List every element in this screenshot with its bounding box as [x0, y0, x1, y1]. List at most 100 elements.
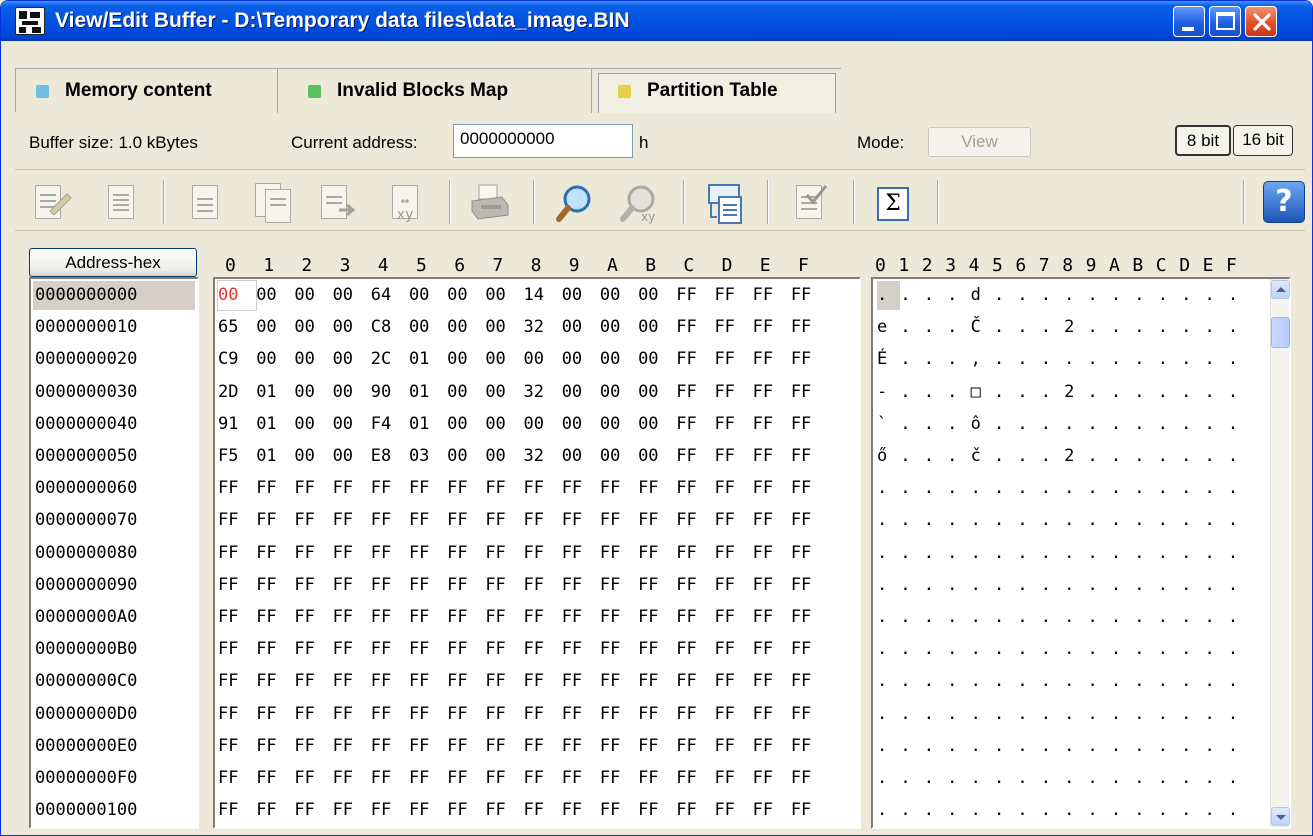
hex-cell[interactable]: FF [218, 539, 256, 568]
hex-cell[interactable]: FF [371, 506, 409, 535]
tab-invalid-blocks-map[interactable]: Invalid Blocks Map [278, 69, 592, 113]
hex-cell[interactable]: FF [409, 700, 447, 729]
hex-cell[interactable]: 00 [485, 281, 523, 310]
ascii-cell[interactable]: . [877, 732, 900, 761]
hex-cell[interactable]: FF [638, 732, 676, 761]
ascii-cell[interactable]: . [1064, 410, 1087, 439]
ascii-cell[interactable]: . [1228, 506, 1251, 535]
ascii-cell[interactable]: . [1134, 764, 1157, 793]
ascii-cell[interactable]: . [1158, 378, 1181, 407]
scroll-thumb[interactable] [1271, 317, 1290, 348]
hex-cell[interactable]: FF [600, 667, 638, 696]
hex-cell[interactable]: 00 [562, 442, 600, 471]
ascii-cell[interactable]: . [1204, 700, 1227, 729]
ascii-cell[interactable]: . [1088, 539, 1111, 568]
ascii-cell[interactable]: 2 [1064, 442, 1087, 471]
ascii-cell[interactable]: . [1041, 539, 1064, 568]
ascii-cell[interactable]: . [924, 442, 947, 471]
hex-cell[interactable]: 00 [409, 313, 447, 342]
hex-cell[interactable]: FF [485, 603, 523, 632]
hex-cell[interactable]: FF [294, 603, 332, 632]
hex-cell[interactable]: FF [638, 506, 676, 535]
hex-cell[interactable]: FF [485, 474, 523, 503]
hex-cell[interactable]: 00 [638, 410, 676, 439]
hex-cell[interactable]: FF [562, 571, 600, 600]
ascii-cell[interactable]: . [947, 667, 970, 696]
current-address-input[interactable]: 0000000000 [453, 124, 633, 158]
hex-cell[interactable]: FF [218, 603, 256, 632]
ascii-cell[interactable]: . [994, 442, 1017, 471]
ascii-cell[interactable]: . [1228, 378, 1251, 407]
ascii-row[interactable]: ................ [877, 764, 1251, 793]
ascii-cell[interactable]: . [1158, 796, 1181, 825]
hex-cell[interactable]: FF [638, 667, 676, 696]
ascii-cell[interactable]: . [900, 667, 923, 696]
ascii-cell[interactable]: . [1111, 474, 1134, 503]
hex-cell[interactable]: F4 [371, 410, 409, 439]
hex-cell[interactable]: 00 [485, 345, 523, 374]
hex-cell[interactable]: FF [485, 539, 523, 568]
ascii-cell[interactable]: . [1181, 378, 1204, 407]
hex-cell[interactable]: FF [256, 571, 294, 600]
hex-cell[interactable]: 00 [409, 281, 447, 310]
ascii-cell[interactable]: . [994, 378, 1017, 407]
ascii-cell[interactable]: . [1181, 410, 1204, 439]
hex-row[interactable]: 65 00 00 00 C8 00 00 00 32 00 00 00 FF FF FF FF [218, 313, 829, 342]
hex-cell[interactable]: 32 [524, 378, 562, 407]
ascii-cell[interactable]: . [1111, 378, 1134, 407]
fill-icon[interactable] [101, 183, 141, 223]
hex-cell[interactable]: FF [676, 732, 714, 761]
ascii-cell[interactable]: . [947, 732, 970, 761]
hex-cell[interactable]: FF [676, 281, 714, 310]
hex-cell[interactable]: 00 [600, 281, 638, 310]
hex-cell[interactable]: FF [791, 474, 829, 503]
ascii-cell[interactable]: . [1181, 506, 1204, 535]
hex-cell[interactable]: C9 [218, 345, 256, 374]
ascii-cell[interactable]: . [877, 796, 900, 825]
hex-cell[interactable]: FF [562, 603, 600, 632]
hex-cell[interactable]: FF [753, 667, 791, 696]
ascii-cell[interactable]: . [947, 410, 970, 439]
row-address[interactable]: 0000000040 [33, 410, 195, 439]
hex-cell[interactable]: 14 [524, 281, 562, 310]
hex-row[interactable]: 91 01 00 00 F4 01 00 00 00 00 00 00 FF FF FF FF [218, 410, 829, 439]
ascii-cell[interactable]: , [971, 345, 994, 374]
hex-cell[interactable]: FF [371, 474, 409, 503]
hex-cell[interactable]: FF [485, 764, 523, 793]
ascii-cell[interactable]: . [1228, 732, 1251, 761]
hex-cell[interactable]: FF [562, 764, 600, 793]
ascii-cell[interactable]: ő [877, 442, 900, 471]
hex-cell[interactable]: FF [676, 635, 714, 664]
ascii-cell[interactable]: . [1181, 474, 1204, 503]
ascii-cell[interactable]: . [877, 571, 900, 600]
hex-cell[interactable]: 00 [638, 281, 676, 310]
hex-cell[interactable]: FF [714, 700, 752, 729]
ascii-cell[interactable]: . [1204, 539, 1227, 568]
address-column[interactable]: 0000000000 0000000010 0000000020 0000000030… [29, 277, 199, 829]
ascii-cell[interactable]: . [1204, 345, 1227, 374]
hex-cell[interactable]: FF [447, 667, 485, 696]
hex-cell[interactable]: FF [676, 796, 714, 825]
hex-cell[interactable]: FF [638, 539, 676, 568]
ascii-cell[interactable]: . [1088, 764, 1111, 793]
hex-cell[interactable]: 00 [562, 313, 600, 342]
ascii-row[interactable]: ................ [877, 732, 1251, 761]
ascii-cell[interactable]: . [947, 345, 970, 374]
ascii-cell[interactable]: . [1181, 667, 1204, 696]
ascii-cell[interactable]: . [1134, 700, 1157, 729]
hex-cell[interactable]: FF [218, 571, 256, 600]
hex-cell[interactable]: FF [524, 667, 562, 696]
ascii-cell[interactable]: . [877, 700, 900, 729]
ascii-cell[interactable]: . [1041, 281, 1064, 310]
row-address[interactable]: 00000000D0 [33, 700, 195, 729]
ascii-cell[interactable]: . [1017, 603, 1040, 632]
hex-cell[interactable]: FF [638, 635, 676, 664]
ascii-cell[interactable]: . [1111, 281, 1134, 310]
hex-cell[interactable]: 00 [638, 378, 676, 407]
ascii-cell[interactable]: . [947, 635, 970, 664]
ascii-cell[interactable]: . [900, 345, 923, 374]
hex-cell[interactable]: FF [753, 345, 791, 374]
ascii-cell[interactable]: . [924, 313, 947, 342]
hex-cell[interactable]: 00 [216, 280, 258, 311]
hex-cell[interactable]: FF [638, 603, 676, 632]
